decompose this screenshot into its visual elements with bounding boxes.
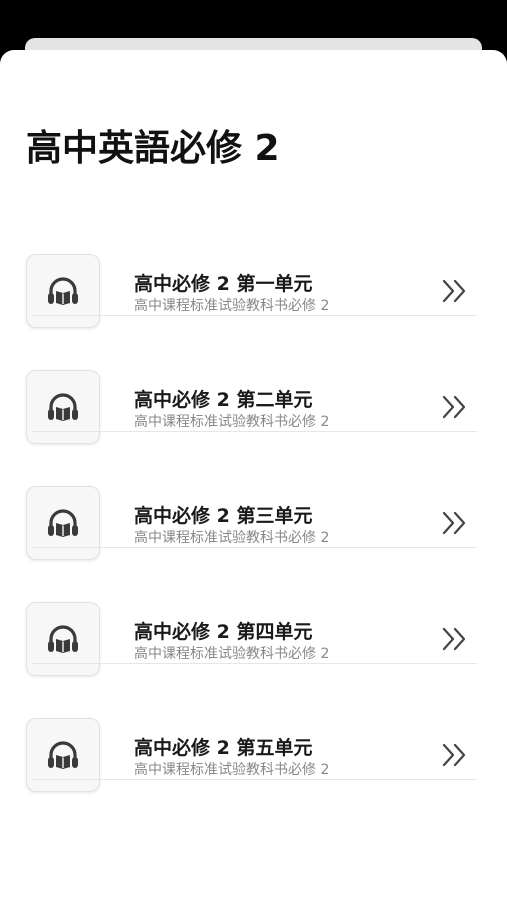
unit-subtitle: 高中课程标准试验教科书必修 2 xyxy=(134,414,330,430)
double-chevron-right-icon[interactable] xyxy=(440,394,470,420)
unit-subtitle: 高中课程标准试验教科书必修 2 xyxy=(134,530,330,546)
unit-title: 高中必修 2 第五单元 xyxy=(134,737,313,759)
unit-title: 高中必修 2 第一单元 xyxy=(134,273,313,295)
page-title: 高中英語必修 2 xyxy=(26,128,280,169)
unit-title: 高中必修 2 第四单元 xyxy=(134,621,313,643)
list-item[interactable]: 高中必修 2 第三单元 高中课程标准试验教科书必修 2 xyxy=(0,432,507,560)
double-chevron-right-icon[interactable] xyxy=(440,278,470,304)
double-chevron-right-icon[interactable] xyxy=(440,510,470,536)
bottom-sheet: 高中英語必修 2 高中必修 2 第一单元 高中课程标准试验教科书必修 2 高中必… xyxy=(0,50,507,900)
double-chevron-right-icon[interactable] xyxy=(440,626,470,652)
list-item[interactable]: 高中必修 2 第一单元 高中课程标准试验教科书必修 2 xyxy=(0,200,507,328)
double-chevron-right-icon[interactable] xyxy=(440,742,470,768)
divider xyxy=(32,779,477,780)
unit-list: 高中必修 2 第一单元 高中课程标准试验教科书必修 2 高中必修 2 第二单元 … xyxy=(0,200,507,792)
list-item[interactable]: 高中必修 2 第四单元 高中课程标准试验教科书必修 2 xyxy=(0,548,507,676)
unit-subtitle: 高中课程标准试验教科书必修 2 xyxy=(134,762,330,778)
unit-subtitle: 高中课程标准试验教科书必修 2 xyxy=(134,646,330,662)
unit-subtitle: 高中课程标准试验教科书必修 2 xyxy=(134,298,330,314)
unit-title: 高中必修 2 第二单元 xyxy=(134,389,313,411)
list-item[interactable]: 高中必修 2 第五单元 高中课程标准试验教科书必修 2 xyxy=(0,664,507,792)
unit-title: 高中必修 2 第三单元 xyxy=(134,505,313,527)
list-item[interactable]: 高中必修 2 第二单元 高中课程标准试验教科书必修 2 xyxy=(0,316,507,444)
headphones-book-icon xyxy=(26,718,100,792)
